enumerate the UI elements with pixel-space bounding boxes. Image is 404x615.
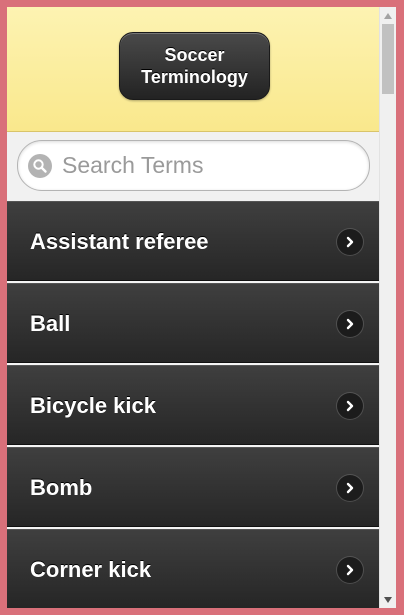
header-bar: Soccer Terminology [7,7,379,132]
vertical-scrollbar[interactable] [379,7,396,608]
scroll-down-icon[interactable] [380,591,396,608]
search-icon [28,154,52,178]
list-item-label: Bomb [30,475,93,500]
chevron-right-icon [337,475,363,501]
terms-list: Assistant referee Ball Bicycle kick Bomb… [7,201,379,608]
list-item-label: Assistant referee [30,229,209,254]
list-item[interactable]: Bomb [7,447,379,527]
chevron-right-icon [337,229,363,255]
list-item-label: Ball [30,311,71,336]
search-bar [7,132,379,201]
list-item[interactable]: Ball [7,283,379,363]
scrollbar-thumb[interactable] [382,24,394,94]
list-item[interactable]: Assistant referee [7,201,379,281]
list-item-label: Bicycle kick [30,393,156,418]
search-box[interactable] [17,140,370,191]
chevron-right-icon [337,311,363,337]
app-window: Soccer Terminology Assistant referee Bal… [7,7,396,608]
list-item-label: Corner kick [30,557,152,582]
scroll-up-icon[interactable] [380,7,396,24]
app-title-button[interactable]: Soccer Terminology [119,32,270,100]
chevron-right-icon [337,393,363,419]
search-input[interactable] [62,141,357,190]
list-item[interactable]: Corner kick [7,529,379,608]
list-item[interactable]: Bicycle kick [7,365,379,445]
chevron-right-icon [337,557,363,583]
